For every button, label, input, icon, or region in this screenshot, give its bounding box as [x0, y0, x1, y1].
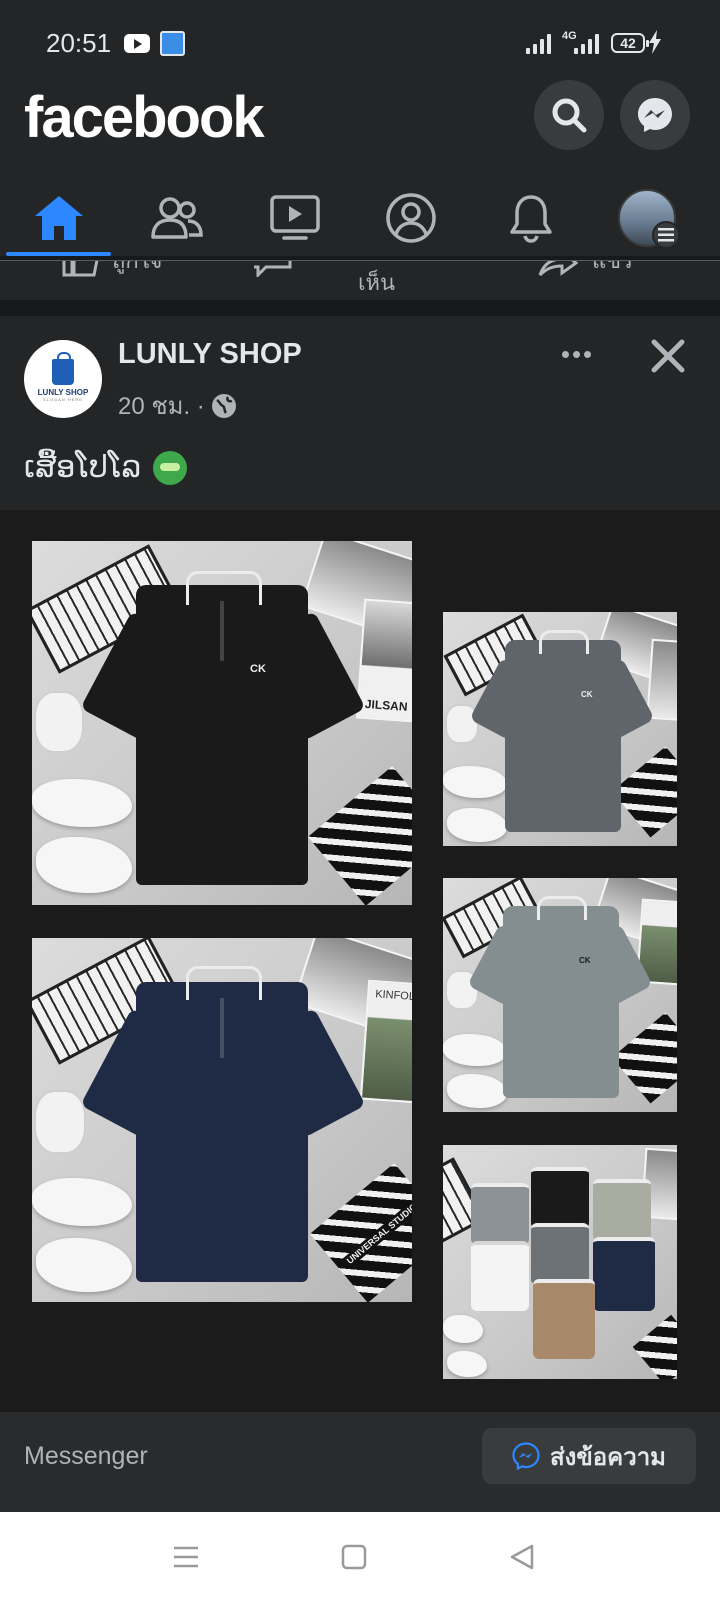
avatar — [618, 189, 680, 249]
clapper-text: UNIVERSAL STUDIOS — [341, 1194, 412, 1269]
share-label[interactable]: แชร์ — [592, 261, 633, 278]
battery-icon: 42 — [611, 33, 649, 53]
recent-apps-button[interactable] — [170, 1542, 202, 1572]
share-icon — [538, 261, 578, 277]
post-time[interactable]: 20 ชม. · — [118, 386, 205, 425]
signal-icon — [526, 32, 551, 54]
top-nav — [0, 176, 720, 260]
menu-lines-icon — [174, 1546, 198, 1568]
back-triangle-icon — [510, 1544, 534, 1570]
status-time: 20:51 — [46, 28, 112, 58]
tab-watch[interactable] — [240, 176, 350, 260]
photo-assorted-polos[interactable] — [443, 1145, 677, 1379]
tab-menu[interactable] — [592, 176, 702, 260]
previous-post-actions: ถูกใจ เห็น แชร์ — [0, 261, 720, 300]
photo-charcoal-polo[interactable]: CK — [443, 612, 677, 846]
menu-icon — [652, 221, 680, 249]
bell-icon — [510, 195, 552, 243]
profile-icon — [386, 193, 436, 243]
shirt-black: CK — [80, 561, 366, 891]
friends-icon — [151, 197, 203, 239]
close-icon[interactable] — [648, 336, 688, 376]
tab-friends[interactable] — [122, 176, 232, 260]
post-caption: ເສື້ອໂປໂລ — [24, 450, 188, 485]
home-icon — [35, 196, 83, 240]
app-notification-icon — [160, 31, 185, 56]
system-nav-bar — [0, 1512, 720, 1600]
app-header: facebook — [0, 80, 720, 256]
shopping-bag-icon — [52, 351, 74, 385]
comment-icon — [254, 261, 292, 277]
send-message-label: ส่งข้อความ — [549, 1443, 666, 1471]
caption-text: ເສື້ອໂປໂລ — [24, 451, 142, 484]
messenger-bar: Messenger ส่งข้อความ — [0, 1412, 720, 1512]
search-icon — [552, 98, 587, 133]
feed-post: LUNLY SHOP SLOGAN HERE LUNLY SHOP 20 ชม.… — [0, 316, 720, 1412]
youtube-icon — [124, 34, 150, 53]
magazine-text-2: KINFOL — [374, 988, 412, 1003]
send-message-button[interactable]: ส่งข้อความ — [482, 1428, 696, 1484]
like-icon — [62, 261, 99, 277]
messenger-button[interactable] — [620, 80, 690, 150]
tab-home[interactable] — [4, 176, 114, 260]
facebook-logo[interactable]: facebook — [24, 84, 265, 151]
square-icon — [341, 1544, 367, 1570]
search-button[interactable] — [534, 80, 604, 150]
tab-profile[interactable] — [356, 176, 466, 260]
charging-icon — [649, 30, 661, 54]
avatar-brand: LUNLY SHOP — [37, 387, 89, 397]
page-avatar[interactable]: LUNLY SHOP SLOGAN HERE — [24, 340, 102, 418]
home-system-button[interactable] — [338, 1542, 370, 1572]
photo-gallery: JILSAN CK CK KINFOL UNIVERSAL STUDIOS CK — [0, 510, 720, 1412]
shirt-navy — [80, 958, 366, 1288]
photo-grey-polo[interactable]: CK — [443, 878, 677, 1112]
emoji-icon — [153, 450, 188, 485]
magazine-text: JILSAN — [364, 696, 409, 714]
page-name[interactable]: LUNLY SHOP — [118, 338, 302, 371]
like-label[interactable]: ถูกใจ — [112, 261, 162, 278]
avatar-slogan: SLOGAN HERE — [43, 396, 83, 402]
video-icon — [270, 195, 320, 240]
status-bar: 20:51 4G 42 — [0, 0, 720, 86]
active-tab-indicator — [6, 252, 111, 256]
tab-notifications[interactable] — [476, 176, 586, 260]
more-options-button[interactable] — [556, 338, 596, 370]
globe-icon — [211, 393, 236, 418]
comment-label[interactable]: เห็น — [358, 265, 395, 300]
post-meta: 20 ชม. · — [118, 386, 237, 425]
photo-navy-polo[interactable]: KINFOL UNIVERSAL STUDIOS — [32, 938, 412, 1302]
messenger-icon — [638, 98, 672, 132]
messenger-icon — [512, 1442, 540, 1470]
photo-black-polo[interactable]: JILSAN CK — [32, 541, 412, 905]
messenger-label: Messenger — [24, 1442, 148, 1470]
back-system-button[interactable] — [506, 1542, 538, 1572]
signal-icon — [574, 32, 599, 54]
